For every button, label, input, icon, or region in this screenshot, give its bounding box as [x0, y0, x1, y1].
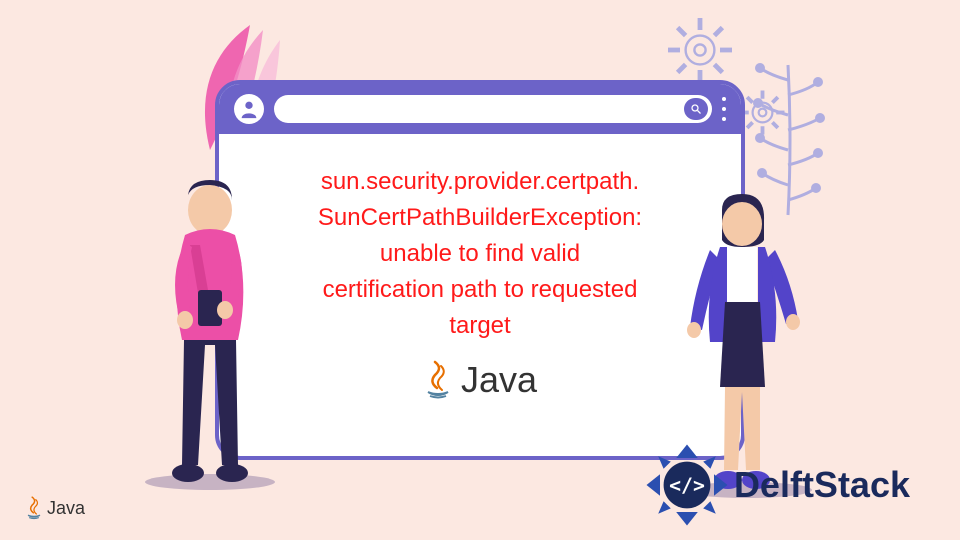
java-logo: Java — [219, 359, 741, 401]
search-input[interactable] — [274, 95, 712, 123]
search-button[interactable] — [684, 98, 708, 120]
java-logo-small-text: Java — [47, 498, 85, 519]
kebab-menu-icon[interactable] — [722, 97, 726, 121]
error-message: sun.security.provider.certpath. SunCertP… — [219, 134, 741, 354]
profile-icon[interactable] — [234, 94, 264, 124]
browser-window: sun.security.provider.certpath. SunCertP… — [215, 80, 745, 460]
error-line: unable to find valid — [249, 236, 711, 272]
delftstack-text: DelftStack — [734, 464, 910, 506]
browser-header — [219, 84, 741, 134]
delftstack-logo: </> DelftStack — [642, 440, 910, 530]
java-logo-small: Java — [25, 496, 85, 520]
delftstack-emblem-icon: </> — [642, 440, 732, 530]
gear-icon — [660, 10, 740, 90]
svg-text:</>: </> — [669, 474, 705, 497]
search-icon — [690, 103, 702, 115]
java-steam-icon — [25, 496, 43, 520]
java-steam-icon — [423, 360, 453, 400]
java-logo-text: Java — [461, 359, 537, 401]
error-line: target — [249, 308, 711, 344]
error-line: SunCertPathBuilderException: — [249, 200, 711, 236]
person-left-illustration — [150, 175, 270, 485]
error-line: certification path to requested — [249, 272, 711, 308]
error-line: sun.security.provider.certpath. — [249, 164, 711, 200]
